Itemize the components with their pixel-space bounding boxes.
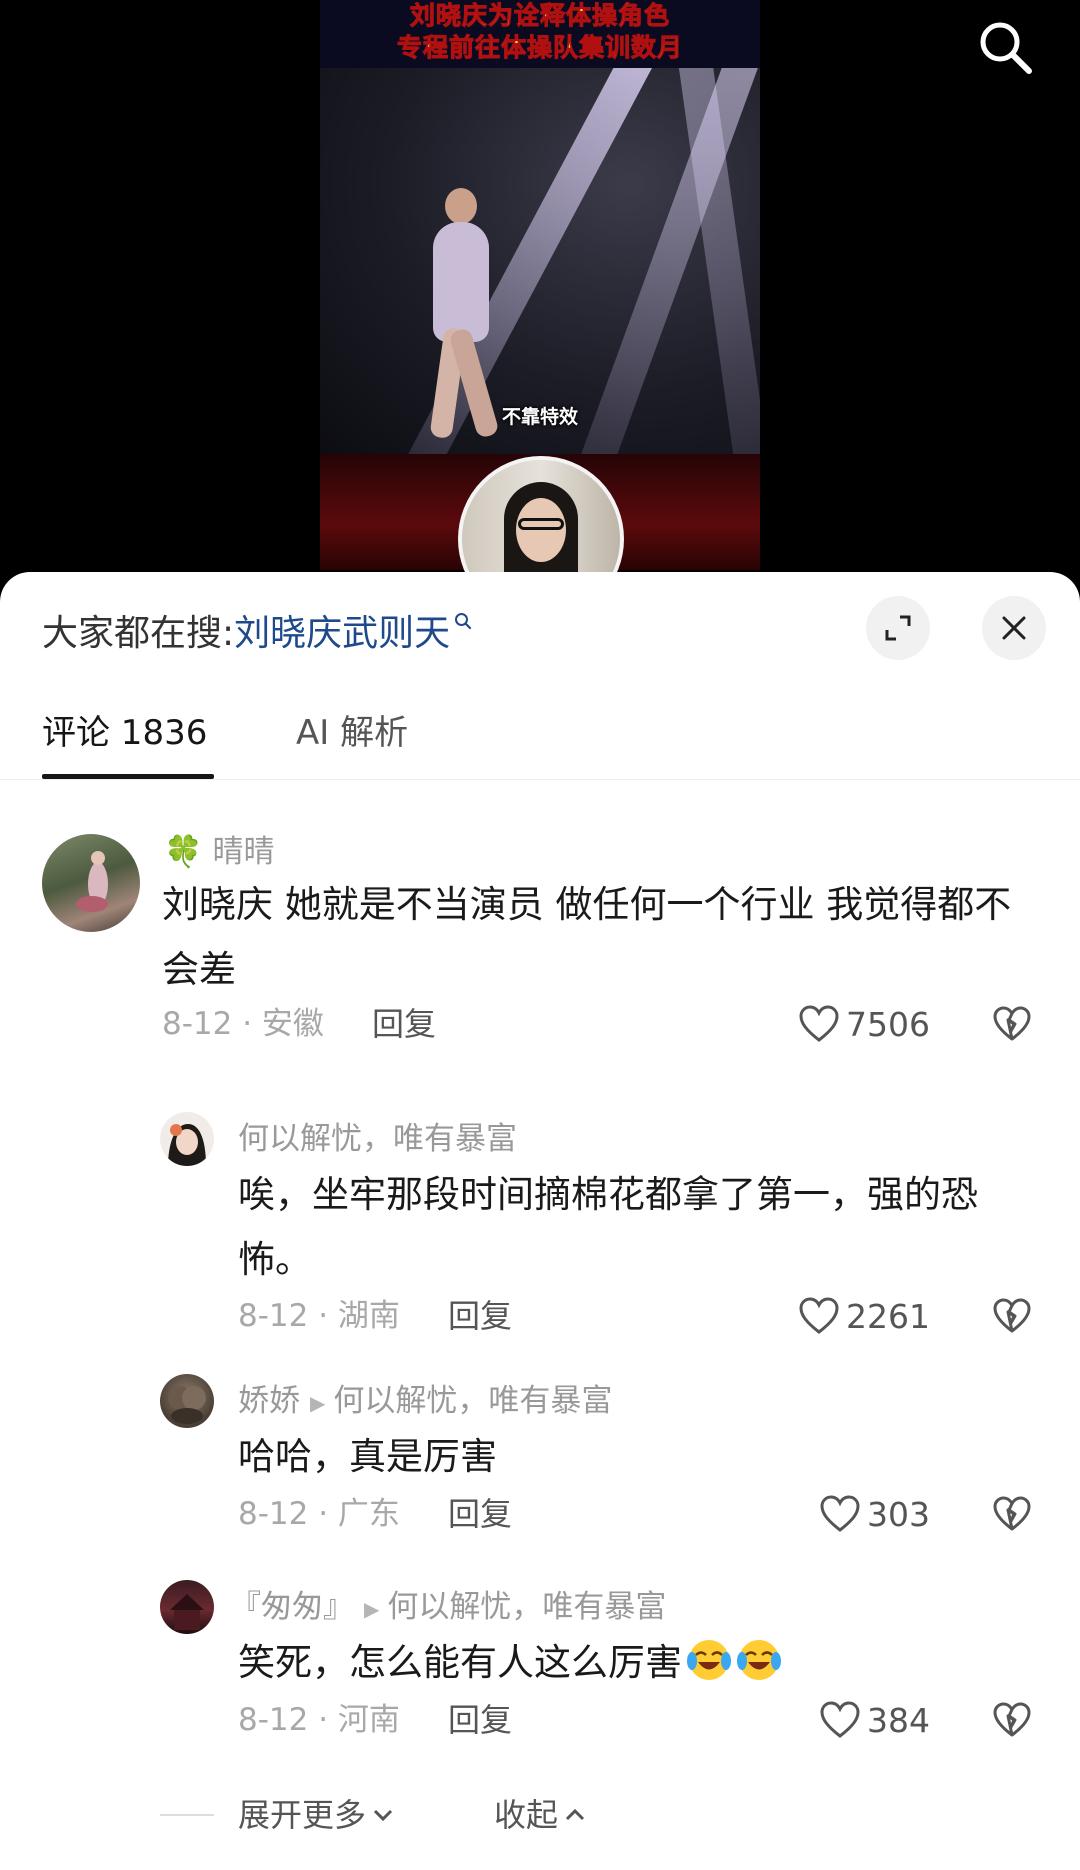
video-caption-line2: 专程前往体操队集训数月 — [396, 33, 683, 63]
replies-control-row: 展开更多 收起 — [0, 1790, 1080, 1840]
divider-line — [160, 1814, 214, 1816]
reply-button[interactable]: 回复 — [448, 1294, 512, 1338]
like-button[interactable]: 2261 — [780, 1294, 930, 1338]
video-caption: 刘晓庆为诠释体操角色 专程前往体操队集训数月 — [320, 0, 760, 68]
avatar[interactable] — [42, 834, 140, 932]
tab-comments[interactable]: 评论 1836 — [42, 710, 207, 756]
reply-arrow-icon: ▶ — [364, 1596, 380, 1621]
broken-heart-icon — [993, 1702, 1031, 1737]
broken-heart-icon — [993, 1298, 1031, 1333]
active-tab-underline — [42, 774, 214, 779]
reply-button[interactable]: 回复 — [448, 1492, 512, 1536]
hot-search-link[interactable]: 刘晓庆武则天 — [234, 613, 450, 654]
avatar[interactable] — [160, 1374, 214, 1428]
laughing-crying-emoji-icon — [737, 1640, 781, 1680]
heart-icon — [820, 1495, 860, 1532]
reply-username[interactable]: 娇娇 ▶ 何以解忧，唯有暴富 — [238, 1379, 612, 1425]
search-icon — [980, 22, 1032, 74]
reply-text: 唉，坐牢那段时间摘棉花都拿了第一，强的恐怖。 — [238, 1173, 978, 1281]
like-button[interactable]: 7506 — [780, 1002, 930, 1046]
video-caption-line1: 刘晓庆为诠释体操角色 — [409, 1, 670, 31]
clover-emoji: 🍀 — [164, 834, 203, 870]
tab-ai-analysis[interactable]: AI 解析 — [296, 710, 408, 756]
like-count: 7506 — [846, 1004, 930, 1044]
laughing-crying-emoji-icon — [687, 1640, 731, 1680]
heart-icon — [820, 1701, 860, 1738]
broken-heart-icon — [993, 1006, 1031, 1041]
heart-icon — [799, 1005, 839, 1042]
search-icon — [455, 613, 472, 630]
comment-sheet: 大家都在搜:刘晓庆武则天 评论 1836 AI 解析 🍀 晴晴 刘晓庆 她就是不… — [0, 572, 1080, 1870]
heart-icon — [799, 1297, 839, 1334]
like-button[interactable]: 384 — [780, 1698, 930, 1742]
dislike-button[interactable] — [990, 1492, 1034, 1536]
comment-text: 刘晓庆 她就是不当演员 做任何一个行业 我觉得都不会差 — [162, 883, 1012, 991]
gymnast-figure — [415, 188, 505, 439]
expand-button[interactable] — [866, 596, 930, 660]
expand-more-button[interactable]: 展开更多 — [238, 1790, 394, 1840]
like-count: 384 — [867, 1700, 930, 1740]
reply-text: 笑死，怎么能有人这么厉害 — [238, 1630, 1038, 1695]
reply-text: 哈哈，真是厉害 — [238, 1435, 497, 1478]
avatar[interactable] — [160, 1580, 214, 1634]
reply-meta: 8-12 · 广东 — [238, 1496, 400, 1532]
dislike-button[interactable] — [990, 1294, 1034, 1338]
chevron-down-icon — [373, 1809, 393, 1822]
reply-button[interactable]: 回复 — [448, 1698, 512, 1742]
comment-meta: 8-12 · 安徽 — [162, 1006, 324, 1042]
reply-meta: 8-12 · 湖南 — [238, 1298, 400, 1334]
chevron-up-icon — [565, 1808, 585, 1821]
close-icon — [1002, 616, 1026, 640]
reply-button[interactable]: 回复 — [372, 1002, 436, 1046]
reply-username[interactable]: 『匆匆』 ▶ 何以解忧，唯有暴富 — [230, 1585, 666, 1631]
dislike-button[interactable] — [990, 1002, 1034, 1046]
hot-search-bar[interactable]: 大家都在搜:刘晓庆武则天 — [42, 608, 472, 660]
reply-username[interactable]: 何以解忧，唯有暴富 — [238, 1117, 517, 1161]
reply-arrow-icon: ▶ — [310, 1390, 326, 1415]
broken-heart-icon — [993, 1496, 1031, 1531]
close-button[interactable] — [982, 596, 1046, 660]
dislike-button[interactable] — [990, 1698, 1034, 1742]
video-area[interactable]: 刘晓庆为诠释体操角色 专程前往体操队集训数月 不靠特效 — [0, 0, 1080, 600]
like-count: 2261 — [846, 1296, 930, 1336]
expand-icon — [885, 615, 911, 641]
video-subtitle: 不靠特效 — [501, 406, 578, 428]
search-button[interactable] — [974, 16, 1036, 78]
hot-search-prefix: 大家都在搜: — [42, 613, 235, 654]
avatar[interactable] — [160, 1112, 214, 1166]
collapse-button[interactable]: 收起 — [494, 1790, 586, 1840]
video-scene — [320, 68, 760, 454]
like-count: 303 — [867, 1494, 930, 1534]
tab-bar: 评论 1836 AI 解析 — [0, 690, 1080, 780]
comment-username[interactable]: 🍀 晴晴 — [164, 830, 274, 874]
like-button[interactable]: 303 — [780, 1492, 930, 1536]
reply-meta: 8-12 · 河南 — [238, 1702, 400, 1738]
